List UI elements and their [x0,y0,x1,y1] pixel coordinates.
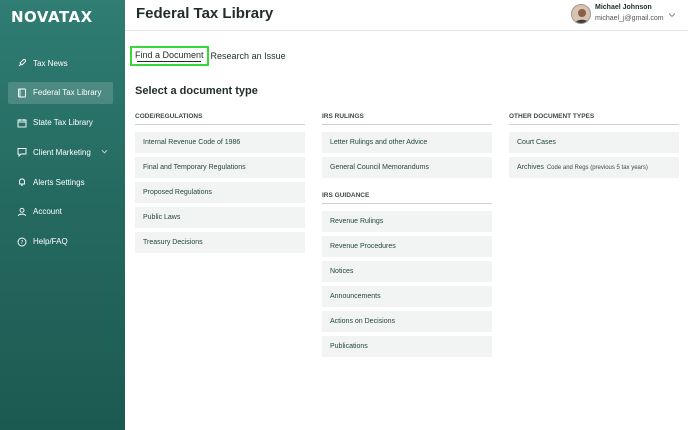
help-icon: ? [17,237,27,247]
list-item[interactable]: Archives Code and Regs (previous 5 tax y… [509,157,679,178]
sidebar-item-label: Alerts Settings [33,177,85,187]
code-regulations-column: CODE/REGULATIONS Internal Revenue Code o… [135,113,305,257]
list-item[interactable]: Letter Rulings and other Advice [322,132,492,153]
sidebar-item-alerts-settings[interactable]: Alerts Settings [0,171,125,193]
active-tab-underline [137,61,201,62]
svg-text:?: ? [21,240,24,246]
list-item[interactable]: Final and Temporary Regulations [135,157,305,178]
sidebar-item-help-faq[interactable]: ? Help/FAQ [0,231,125,253]
irs-rulings-column: IRS RULINGS Letter Rulings and other Adv… [322,113,492,182]
list-item[interactable]: Proposed Regulations [135,182,305,203]
list-item[interactable]: Public Laws [135,207,305,228]
list-item[interactable]: Notices [322,261,492,282]
column-heading: IRS GUIDANCE [322,192,492,204]
book-icon [17,88,27,98]
list-item-sublabel: Code and Regs (previous 5 tax years) [546,164,648,171]
sidebar-item-client-marketing[interactable]: Client Marketing [0,141,125,163]
section-title: Select a document type [135,85,258,97]
chat-icon [17,147,27,158]
tab-find-a-document[interactable]: Find a Document [130,46,209,66]
tab-label: Research an Issue [210,51,286,61]
chevron-down-icon[interactable] [668,11,676,19]
other-document-types-column: OTHER DOCUMENT TYPES Court Cases Archive… [509,113,679,182]
user-icon [17,207,27,217]
list-item[interactable]: Actions on Decisions [322,311,492,332]
sidebar-item-label: Tax News [33,58,68,68]
sidebar: NOVATAX Tax News Federal Tax Library Sta… [0,0,125,430]
list-item-label: Court Cases [517,139,556,146]
bell-icon [17,177,27,187]
sidebar-item-state-tax-library[interactable]: State Tax Library [0,112,125,134]
sidebar-item-tax-news[interactable]: Tax News [0,52,125,74]
sidebar-item-label: Client Marketing [33,147,91,157]
sidebar-item-federal-tax-library[interactable]: Federal Tax Library [8,81,113,104]
sidebar-nav: Tax News Federal Tax Library State Tax L… [0,52,125,261]
calendar-icon [17,118,27,128]
rocket-icon [17,58,27,68]
column-heading: CODE/REGULATIONS [135,113,305,125]
tab-bar: Find a Document Research an Issue [130,45,286,67]
list-item[interactable]: Revenue Procedures [322,236,492,257]
column-heading: IRS RULINGS [322,113,492,125]
novatax-logo[interactable]: NOVATAX [11,8,93,26]
irs-guidance-column: IRS GUIDANCE Revenue Rulings Revenue Pro… [322,192,492,361]
list-item[interactable]: General Council Memorandums [322,157,492,178]
list-item[interactable]: Internal Revenue Code of 1986 [135,132,305,153]
sidebar-item-account[interactable]: Account [0,201,125,223]
user-name: Michael Johnson [595,4,652,11]
sidebar-item-label: Help/FAQ [33,237,68,247]
column-heading: OTHER DOCUMENT TYPES [509,113,679,125]
tab-research-an-issue[interactable]: Research an Issue [211,51,286,61]
sidebar-item-label: State Tax Library [33,118,93,128]
list-item[interactable]: Revenue Rulings [322,211,492,232]
list-item[interactable]: Publications [322,336,492,357]
top-header: Federal Tax Library Michael Johnson mich… [125,0,688,31]
list-item[interactable]: Court Cases [509,132,679,153]
list-item-label: Archives [517,164,544,171]
avatar[interactable] [571,4,591,24]
user-email: michael_j@gmail.com [595,15,664,22]
tab-label: Find a Document [135,50,204,60]
list-item[interactable]: Treasury Decisions [135,232,305,253]
sidebar-item-label: Account [33,207,62,217]
list-item[interactable]: Announcements [322,286,492,307]
chevron-down-icon[interactable] [101,148,108,155]
page-title: Federal Tax Library [136,5,274,22]
sidebar-item-label: Federal Tax Library [33,88,102,98]
